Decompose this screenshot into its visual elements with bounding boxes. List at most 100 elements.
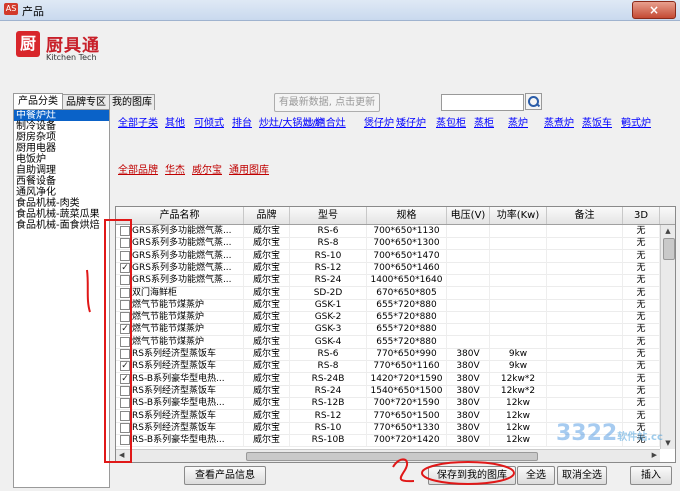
table-row[interactable]: RS系列经济型蒸饭车 威尔宝 RS-6 770*650*990 380V 9kw 无 [116, 348, 660, 361]
row-checkbox[interactable] [120, 226, 130, 236]
category-item[interactable]: 食品机械-蔬菜瓜果 [14, 209, 109, 220]
table-row[interactable]: RS-B系列豪华型电热... 威尔宝 RS-24B 1420*720*1590 380V… [116, 372, 660, 386]
brand-link[interactable]: 威尔宝 [192, 161, 222, 176]
cell-name: 燃气节能节煤蒸炉 [132, 323, 244, 336]
row-checkbox[interactable] [120, 349, 130, 359]
subcategory-link[interactable]: 炒炉 [304, 114, 324, 129]
table-row[interactable]: 燃气节能节煤蒸炉 威尔宝 GSK-2 655*720*880 无 [116, 311, 660, 325]
brand-link[interactable]: 通用图库 [229, 161, 269, 176]
category-item[interactable]: 厨用电器 [14, 143, 109, 154]
cell-name: RS系列经济型蒸饭车 [132, 348, 244, 360]
view-product-info-button[interactable]: 查看产品信息 [184, 466, 266, 485]
subcategory-link[interactable]: 其他 [165, 114, 185, 129]
column-header[interactable]: 3D [623, 207, 660, 224]
scroll-up-icon[interactable]: ▲ [663, 226, 673, 236]
search-button[interactable] [525, 93, 542, 110]
table-row[interactable]: GRS系列多功能燃气蒸... 威尔宝 RS-8 700*650*1300 无 [116, 237, 660, 251]
horizontal-scrollbar[interactable]: ◀ ▶ [116, 449, 660, 462]
tab-my-library[interactable]: 我的图库 [109, 94, 155, 110]
vertical-scrollbar[interactable]: ▲ ▼ [660, 225, 675, 449]
save-to-library-button[interactable]: 保存到我的图库 [428, 466, 516, 485]
category-item[interactable]: 食品机械-面食烘焙 [14, 220, 109, 231]
subcategory-link[interactable]: 可倾式 [194, 114, 224, 129]
row-checkbox[interactable] [120, 275, 130, 286]
category-item[interactable]: 电饭炉 [14, 154, 109, 165]
category-item[interactable]: 厨房杂项 [14, 132, 109, 143]
category-item[interactable]: 西餐设备 [14, 176, 109, 187]
table-row[interactable]: RS-B系列豪华型电热... 威尔宝 RS-12B 700*720*1590 380V 1… [116, 397, 660, 411]
row-checkbox[interactable] [120, 312, 130, 323]
subcategory-link[interactable]: 排台 [232, 114, 252, 129]
category-item[interactable]: 中餐炉灶 [14, 110, 109, 121]
category-list[interactable]: 中餐炉灶 制冷设备 厨房杂项 厨用电器 电饭炉 自助调理 西餐设备 通风净化 食品机械-肉类 食品… [13, 109, 110, 488]
tab-brand-zone[interactable]: 品牌专区 [62, 94, 110, 110]
search-input[interactable] [441, 94, 524, 111]
table-row[interactable]: 燃气节能节煤蒸炉 威尔宝 GSK-3 655*720*880 无 ✓ [116, 323, 660, 337]
row-checkbox[interactable]: ✓ [120, 324, 130, 335]
table-row[interactable]: RS系列经济型蒸饭车 威尔宝 RS-24 1540*650*1500 380V 12kw*… [116, 384, 660, 398]
cell-brand: 威尔宝 [244, 384, 290, 397]
row-checkbox[interactable] [120, 435, 130, 446]
category-item[interactable]: 通风净化 [14, 187, 109, 198]
row-checkbox[interactable] [120, 422, 130, 433]
subcategory-link[interactable]: 炒灶/大锅灶/组合灶 [259, 114, 346, 129]
row-checkbox[interactable] [120, 250, 130, 261]
scroll-right-icon[interactable]: ▶ [652, 451, 657, 459]
scroll-thumb[interactable] [663, 238, 675, 260]
select-all-button[interactable]: 全选 [517, 466, 555, 485]
table-row[interactable]: GRS系列多功能燃气蒸... 威尔宝 RS-12 700*650*1460 无 ✓ [116, 261, 660, 275]
table-row[interactable]: GRS系列多功能燃气蒸... 威尔宝 RS-10 700*650*1470 无 [116, 249, 660, 263]
row-checkbox[interactable] [120, 336, 130, 347]
hscroll-thumb[interactable] [246, 452, 538, 461]
column-header[interactable]: 品牌 [244, 207, 290, 224]
row-checkbox[interactable]: ✓ [120, 262, 130, 273]
subcategory-link[interactable]: 矮仔炉 [396, 114, 426, 129]
table-row[interactable]: GRS系列多功能燃气蒸... 威尔宝 RS-6 700*650*1130 无 [116, 225, 660, 238]
row-checkbox[interactable]: ✓ [120, 361, 130, 372]
cell-brand: 威尔宝 [244, 348, 290, 360]
subcategory-link[interactable]: 蒸柜 [474, 114, 494, 129]
row-checkbox[interactable] [120, 287, 130, 298]
column-header[interactable]: 功率(Kw) [490, 207, 547, 224]
cell-model: GSK-1 [290, 298, 367, 311]
cancel-select-all-button[interactable]: 取消全选 [557, 466, 607, 485]
subcategory-link[interactable]: 蒸饭车 [582, 114, 612, 129]
scroll-down-icon[interactable]: ▼ [663, 438, 673, 448]
column-header[interactable]: 产品名称 [116, 207, 244, 224]
row-checkbox[interactable] [120, 238, 130, 249]
row-checkbox[interactable] [120, 398, 130, 409]
tab-product-category[interactable]: 产品分类 [13, 93, 63, 110]
brand-link[interactable]: 全部品牌 [118, 161, 158, 176]
table-row[interactable]: RS系列经济型蒸饭车 威尔宝 RS-8 770*650*1160 380V 9kw 无 ✓ [116, 360, 660, 374]
column-header[interactable]: 备注 [547, 207, 623, 224]
refresh-button[interactable]: 有最新数据, 点击更新 [274, 93, 380, 112]
column-header[interactable]: 规格 [367, 207, 447, 224]
subcategory-link[interactable]: 鹌式炉 [621, 114, 651, 129]
row-checkbox[interactable] [120, 385, 130, 396]
insert-button[interactable]: 插入 [630, 466, 672, 485]
category-item[interactable]: 食品机械-肉类 [14, 198, 109, 209]
row-checkbox[interactable] [120, 410, 130, 421]
category-item[interactable]: 自助调理 [14, 165, 109, 176]
subcategory-link[interactable]: 蒸煮炉 [544, 114, 574, 129]
table-row[interactable]: 双门海鲜柜 威尔宝 SD-2D 670*650*805 无 [116, 286, 660, 300]
row-checkbox[interactable]: ✓ [120, 373, 130, 384]
subcategory-link[interactable]: 全部子类 [118, 114, 158, 129]
cell-spec: 655*720*880 [367, 298, 447, 311]
table-row[interactable]: 燃气节能节煤蒸炉 威尔宝 GSK-4 655*720*880 无 [116, 335, 660, 349]
row-checkbox[interactable] [120, 299, 130, 310]
close-button[interactable]: × [632, 1, 676, 19]
category-item[interactable]: 制冷设备 [14, 121, 109, 132]
cell-voltage [447, 286, 490, 299]
table-row[interactable]: 燃气节能节煤蒸炉 威尔宝 GSK-1 655*720*880 无 [116, 298, 660, 312]
column-header[interactable]: 型号 [290, 207, 367, 224]
cell-spec: 700*650*1130 [367, 225, 447, 237]
scroll-left-icon[interactable]: ◀ [119, 451, 124, 459]
table-row[interactable]: GRS系列多功能燃气蒸... 威尔宝 RS-24 1400*650*1640 无 [116, 274, 660, 288]
brand-link[interactable]: 华杰 [165, 161, 185, 176]
column-header[interactable]: 电压(V) [447, 207, 490, 224]
subcategory-link[interactable]: 煲仔炉 [364, 114, 394, 129]
subcategory-link[interactable]: 蒸包柜 [436, 114, 466, 129]
subcategory-link[interactable]: 蒸炉 [508, 114, 528, 129]
cell-spec: 655*720*880 [367, 335, 447, 348]
